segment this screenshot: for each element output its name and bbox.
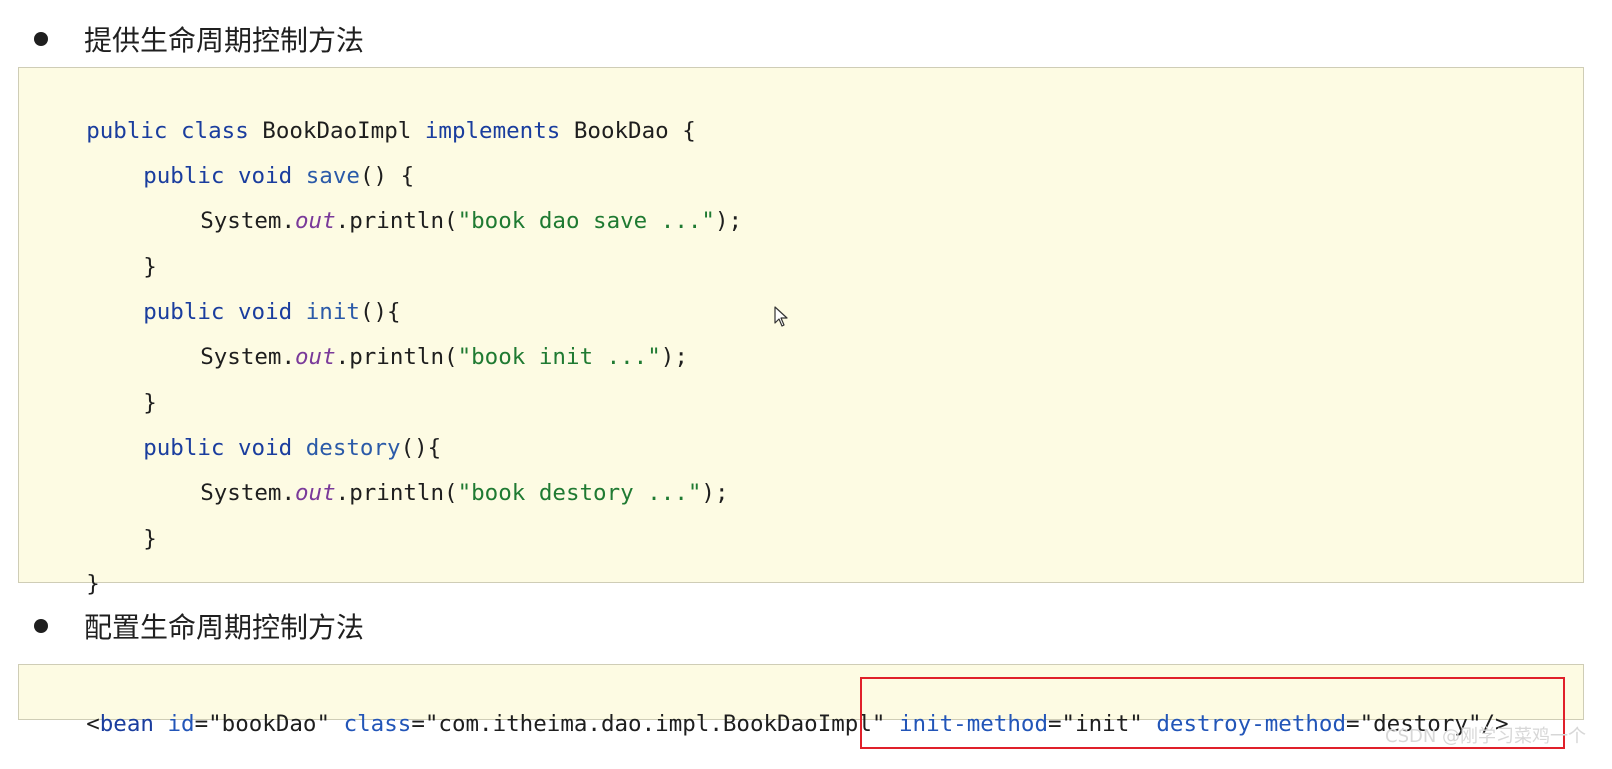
watermark: CSDN @刚学习菜鸡一个 — [1385, 726, 1587, 747]
code-line: System.out.println("book destory ..."); — [200, 480, 729, 506]
mouse-cursor-icon — [774, 306, 790, 332]
bullet-icon — [34, 32, 48, 46]
code-line: System.out.println("book dao save ..."); — [200, 208, 743, 234]
section-heading-text: 配置生命周期控制方法 — [84, 611, 365, 644]
section-heading-text: 提供生命周期控制方法 — [84, 24, 365, 57]
bullet-icon — [34, 619, 48, 633]
code-line: System.out.println("book init ..."); — [200, 344, 688, 370]
java-code-block: public class BookDaoImpl implements Book… — [18, 67, 1584, 597]
